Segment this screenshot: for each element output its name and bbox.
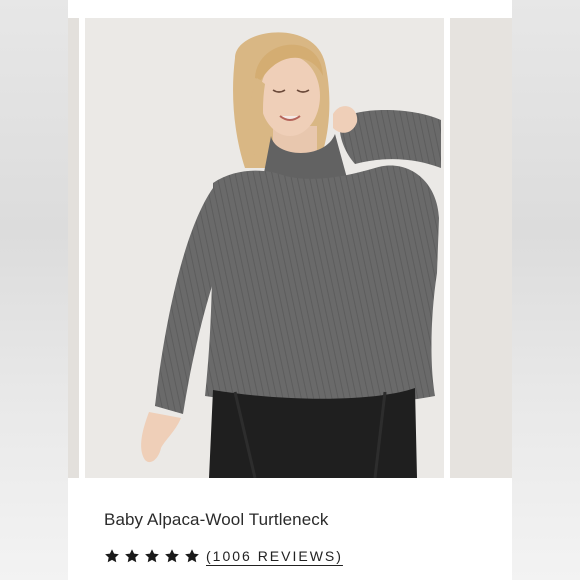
product-image[interactable] [85,18,444,478]
star-icon [124,548,140,564]
blurred-backdrop-left [0,0,68,580]
product-image-carousel[interactable] [68,18,512,478]
product-title[interactable]: Baby Alpaca-Wool Turtleneck [104,510,328,530]
reviews-link[interactable]: (1006 REVIEWS) [206,548,343,564]
next-image-peek[interactable] [450,18,512,478]
star-icon [104,548,120,564]
star-icon [164,548,180,564]
star-icon [184,548,200,564]
rating-stars [104,548,204,564]
blurred-backdrop-right [512,0,580,580]
product-rating: (1006 REVIEWS) [104,545,343,567]
previous-image-peek[interactable] [68,18,79,478]
model-illustration [85,18,444,478]
screenshot-frame: Baby Alpaca-Wool Turtleneck (1006 REVIEW… [0,0,580,580]
product-card: Baby Alpaca-Wool Turtleneck (1006 REVIEW… [68,0,512,580]
star-icon [144,548,160,564]
